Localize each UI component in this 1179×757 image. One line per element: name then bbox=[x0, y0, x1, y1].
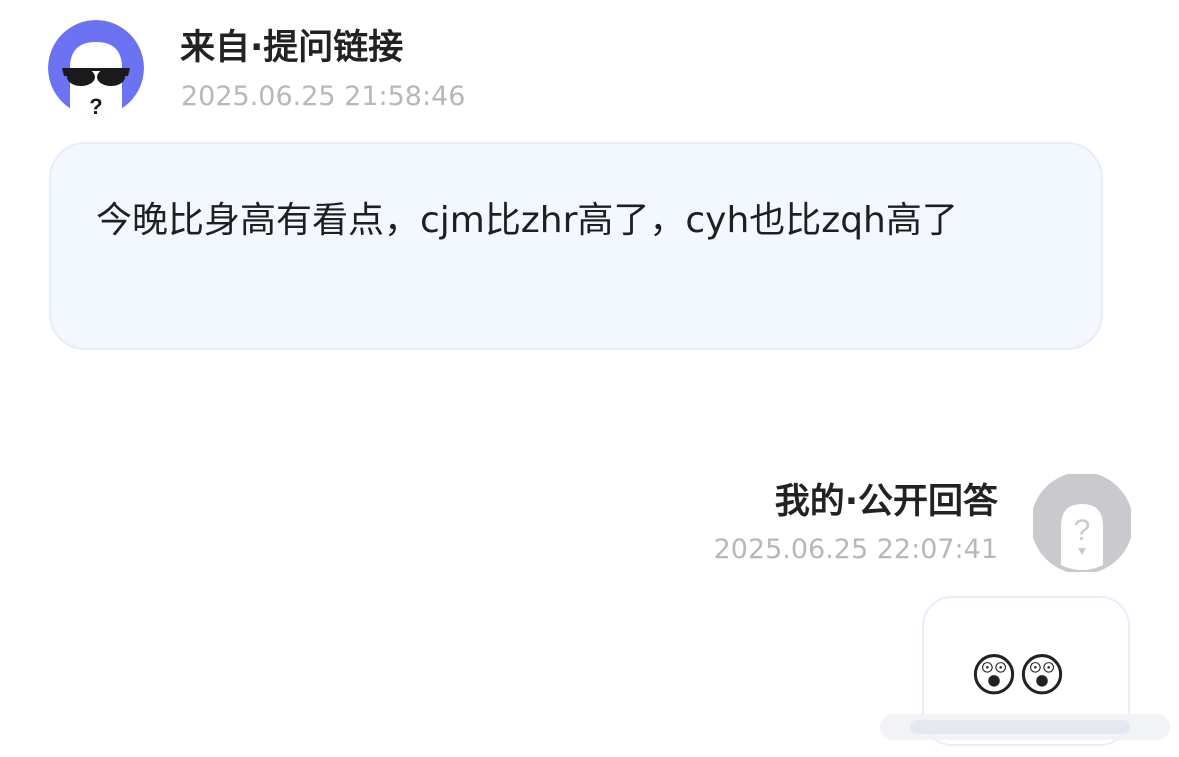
anonymous-question-avatar-icon[interactable]: ? bbox=[1033, 474, 1131, 572]
answer-sender-label: 我的·公开回答 bbox=[774, 482, 998, 522]
qa-page: ? 来自·提问链接 2025.06.25 21:58:46 今晚比身高有看点，c… bbox=[0, 0, 1179, 757]
answer-timestamp: 2025.06.25 22:07:41 bbox=[713, 534, 998, 565]
svg-text:?: ? bbox=[89, 94, 102, 116]
watermark bbox=[880, 708, 1170, 746]
anonymous-sunglasses-avatar-icon[interactable]: ? bbox=[48, 20, 144, 116]
question-timestamp: 2025.06.25 21:58:46 bbox=[181, 81, 466, 112]
answer-text: 😲😲 bbox=[970, 648, 1066, 702]
svg-text:?: ? bbox=[1074, 514, 1091, 547]
question-sender-label: 来自·提问链接 bbox=[180, 28, 404, 68]
question-text: 今晚比身高有看点，cjm比zhr高了，cyh也比zqh高了 bbox=[96, 200, 958, 241]
